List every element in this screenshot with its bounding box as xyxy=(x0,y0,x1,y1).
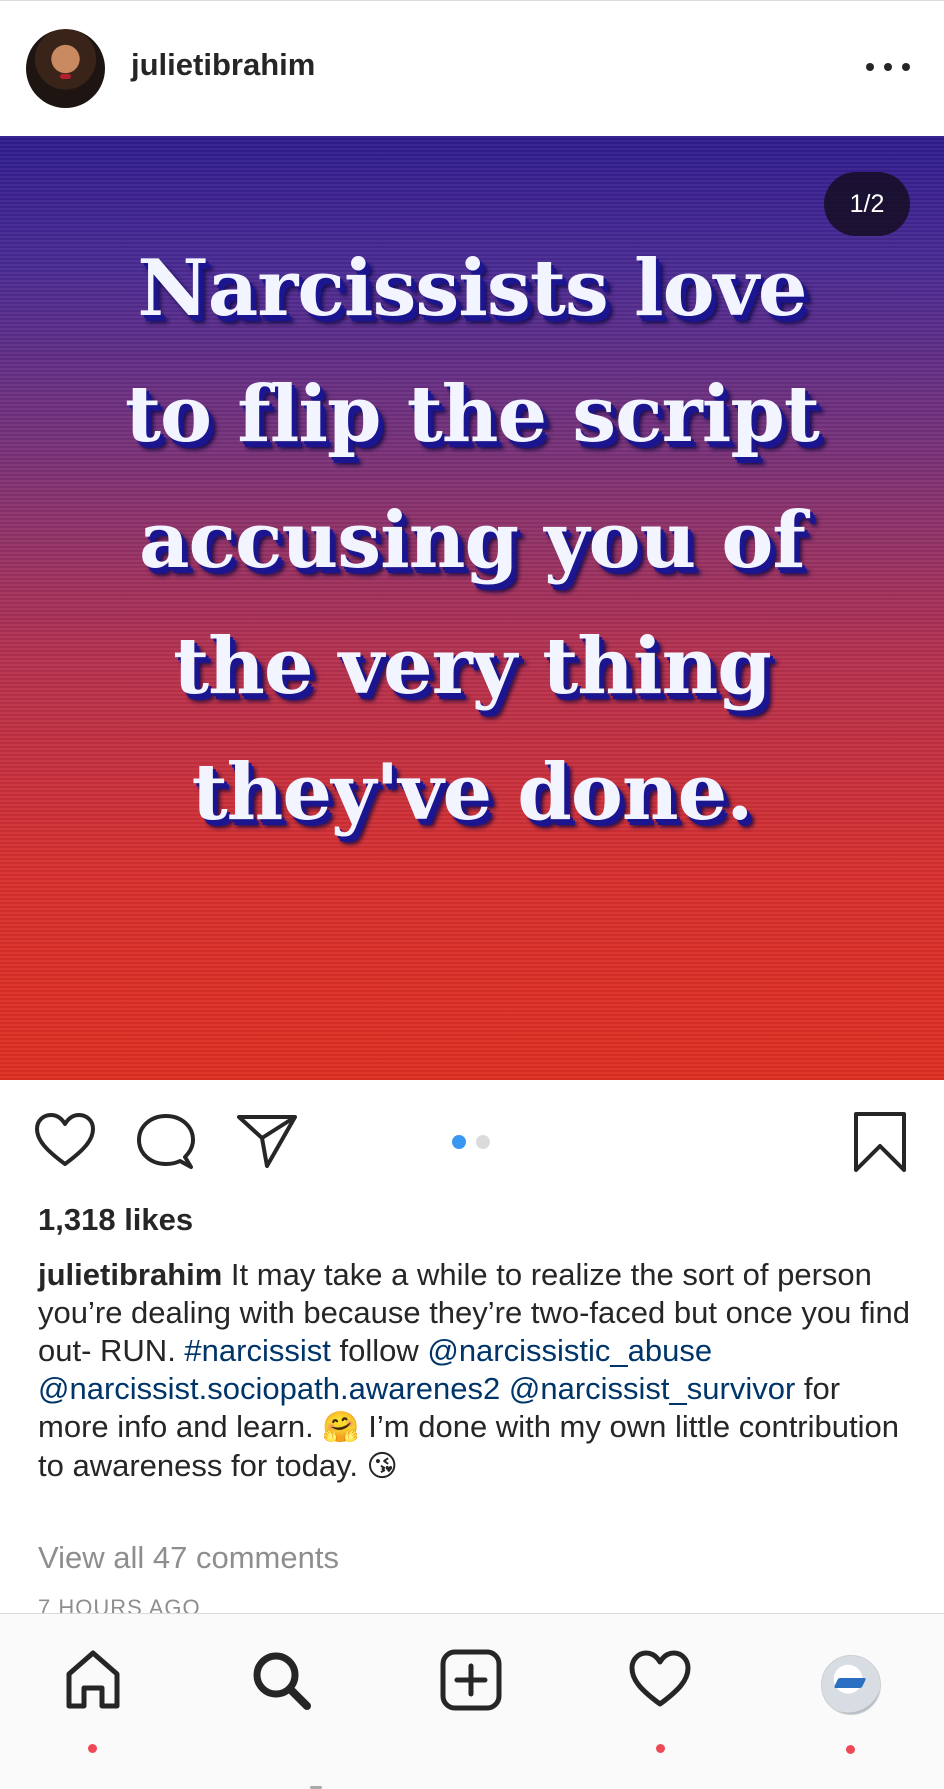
hugging-emoji: 🤗 xyxy=(322,1410,360,1445)
hashtag-link[interactable]: #narcissist xyxy=(184,1333,330,1368)
like-count[interactable]: 1,318 likes xyxy=(38,1202,193,1238)
profile-avatar[interactable] xyxy=(26,29,105,108)
heart-icon[interactable] xyxy=(34,1112,96,1168)
kiss-emoji: 😘 xyxy=(366,1449,398,1484)
quote-line: they've done. xyxy=(191,747,754,838)
activity-notification-dot xyxy=(656,1744,665,1753)
bookmark-icon[interactable] xyxy=(852,1111,908,1173)
caption-username[interactable]: julietibrahim xyxy=(38,1257,222,1292)
more-options-icon[interactable] xyxy=(866,55,910,79)
profile-logo xyxy=(833,1678,867,1688)
profile-icon[interactable] xyxy=(821,1655,881,1715)
image-quote-text: Narcissists love to flip the script accu… xyxy=(0,226,944,856)
home-notification-dot xyxy=(88,1744,97,1753)
post-actions xyxy=(0,1100,944,1180)
bottom-navigation xyxy=(0,1613,944,1789)
post-username[interactable]: julietibrahim xyxy=(131,47,315,83)
home-icon[interactable] xyxy=(53,1648,133,1753)
avatar-detail xyxy=(60,74,71,79)
profile-notification-dot xyxy=(846,1745,855,1754)
carousel-dot xyxy=(452,1135,466,1149)
quote-line: accusing you of xyxy=(139,495,806,586)
quote-line: to flip the script xyxy=(125,369,820,460)
post-caption: julietibrahim It may take a while to rea… xyxy=(38,1256,918,1486)
comment-bubble-icon[interactable] xyxy=(136,1113,196,1171)
quote-line: the very thing xyxy=(173,621,772,712)
post-header: julietibrahim xyxy=(0,2,944,134)
post-timestamp: 7 HOURS AGO xyxy=(38,1595,201,1613)
carousel-dot xyxy=(476,1135,490,1149)
post-image[interactable]: 1/2 Narcissists love to flip the script … xyxy=(0,136,944,1080)
caption-text: follow xyxy=(330,1333,428,1368)
quote-line: Narcissists love xyxy=(137,243,807,334)
top-divider xyxy=(0,0,944,1)
new-post-icon[interactable] xyxy=(431,1648,511,1728)
activity-heart-icon[interactable] xyxy=(620,1648,700,1753)
carousel-counter: 1/2 xyxy=(824,172,910,236)
paper-plane-icon[interactable] xyxy=(236,1113,298,1169)
view-comments-link[interactable]: View all 47 comments xyxy=(38,1540,339,1576)
mention-link[interactable]: @narcissist.sociopath.awarenes2 xyxy=(38,1371,500,1406)
search-icon[interactable] xyxy=(241,1648,321,1728)
mention-link[interactable]: @narcissistic_abuse xyxy=(427,1333,712,1368)
mention-link[interactable]: @narcissist_survivor xyxy=(509,1371,795,1406)
